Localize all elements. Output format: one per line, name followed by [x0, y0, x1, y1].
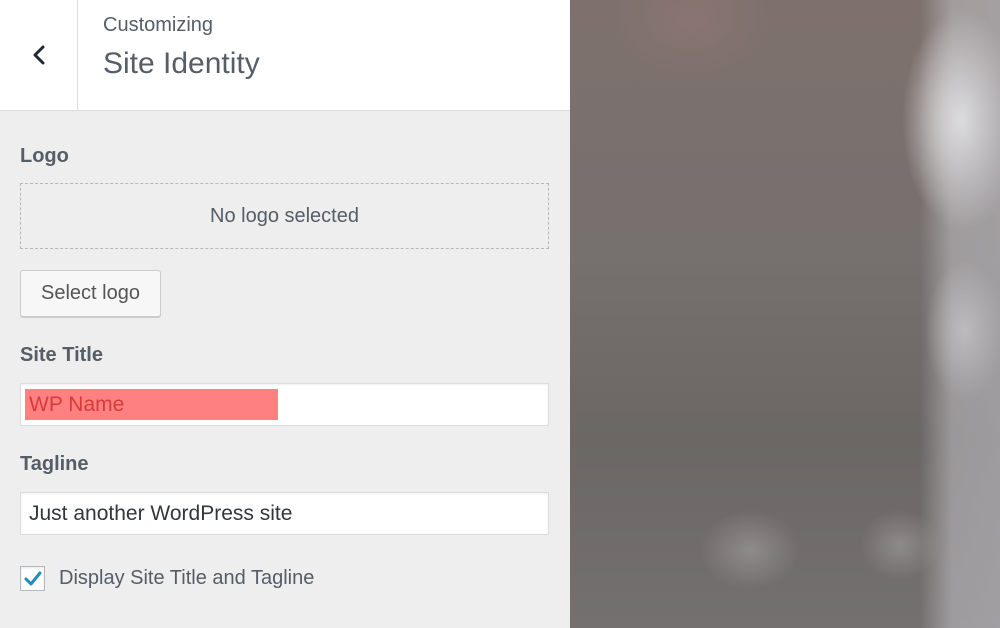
preview-blur-highlight: [920, 0, 1000, 628]
customizing-label: Customizing: [103, 14, 214, 36]
site-title-label: Site Title: [20, 344, 103, 366]
display-title-tagline-checkbox[interactable]: [20, 566, 45, 591]
header-title-group: Customizing Site Identity: [103, 14, 260, 81]
back-button[interactable]: [0, 0, 78, 110]
tagline-input[interactable]: Just another WordPress site: [20, 492, 549, 535]
select-logo-button[interactable]: Select logo: [20, 270, 161, 317]
display-title-tagline-row: Display Site Title and Tagline: [20, 566, 314, 591]
customizer-sidebar: Customizing Site Identity Logo No logo s…: [0, 0, 570, 628]
logo-label: Logo: [20, 145, 69, 167]
site-title-value: WP Name: [25, 389, 278, 420]
display-title-tagline-label: Display Site Title and Tagline: [59, 567, 315, 589]
tagline-label: Tagline: [20, 453, 89, 475]
chevron-left-icon: [33, 45, 44, 65]
site-title-input[interactable]: WP Name: [20, 383, 549, 426]
checkmark-icon: [24, 571, 41, 585]
customizer-header: Customizing Site Identity: [0, 0, 570, 111]
logo-placeholder[interactable]: No logo selected: [20, 183, 549, 249]
tagline-value: Just another WordPress site: [29, 501, 293, 525]
no-logo-text: No logo selected: [210, 204, 359, 227]
site-preview[interactable]: [570, 0, 1000, 628]
page-title: Site Identity: [103, 47, 260, 80]
